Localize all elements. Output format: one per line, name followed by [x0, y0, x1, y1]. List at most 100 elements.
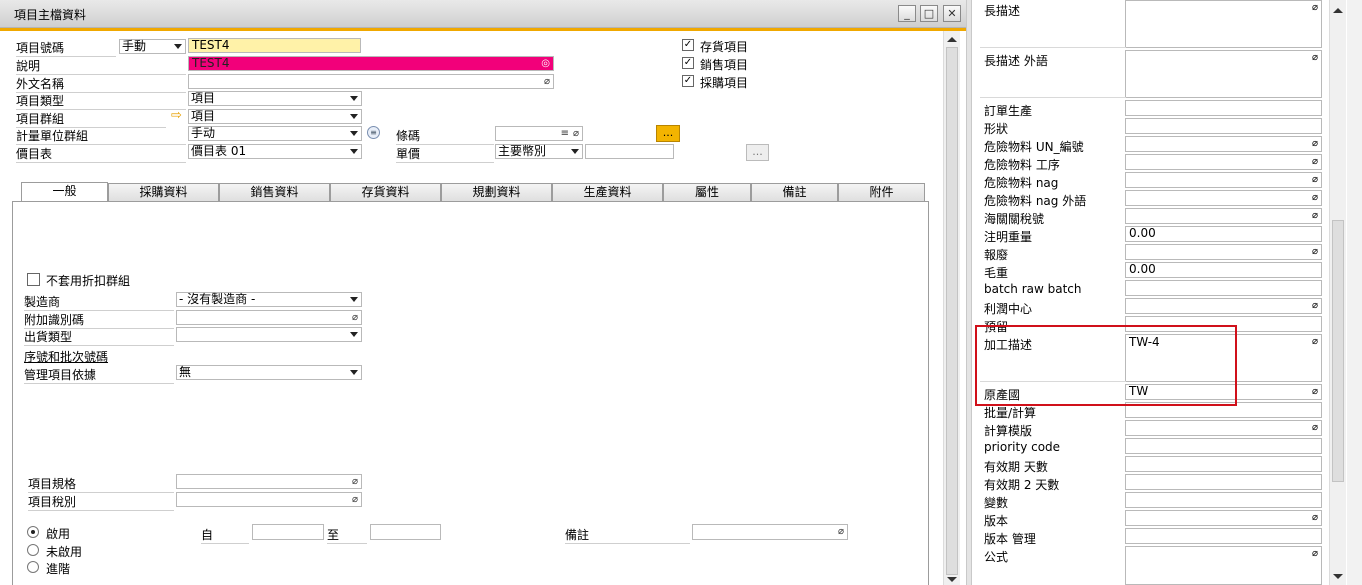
additional-id-field[interactable]: ⌀: [176, 310, 362, 325]
scroll-down-icon[interactable]: [947, 577, 957, 582]
udf-field[interactable]: [1125, 100, 1322, 116]
from-date-field[interactable]: [252, 524, 324, 540]
right-vertical-scrollbar[interactable]: [1329, 0, 1346, 585]
remarks-field[interactable]: ⌀: [692, 524, 848, 540]
to-date-field[interactable]: [370, 524, 441, 540]
tab-label: 附件: [869, 185, 894, 199]
title-accent-bar: [0, 28, 966, 31]
uom-group-select[interactable]: 手动: [188, 126, 362, 141]
udf-label: 毛重: [984, 266, 1009, 280]
remarks-label: 備註: [565, 526, 690, 544]
manage-by-select[interactable]: 無: [176, 365, 362, 380]
close-button[interactable]: ✕: [943, 5, 961, 22]
item-group-select[interactable]: 項目: [188, 109, 362, 124]
numbering-mode-select[interactable]: 手動: [119, 39, 186, 54]
spec-field[interactable]: ⌀: [176, 474, 362, 489]
scroll-up-icon[interactable]: [947, 37, 957, 42]
udf-field[interactable]: 0.00: [1125, 262, 1322, 278]
tab-sales[interactable]: 銷售資料: [219, 183, 330, 202]
tax-label: 項目稅別: [28, 493, 174, 511]
udf-field[interactable]: ⌀: [1125, 50, 1322, 98]
udf-field[interactable]: ⌀: [1125, 190, 1322, 206]
item-code-field[interactable]: TEST4: [188, 38, 361, 53]
udf-field[interactable]: 0.00: [1125, 226, 1322, 242]
price-list-label: 價目表: [16, 145, 186, 163]
no-discount-checkbox[interactable]: [27, 273, 40, 286]
udf-field[interactable]: [1125, 474, 1322, 490]
price-browse-button[interactable]: ...: [746, 144, 769, 161]
udf-label: batch raw batch: [984, 282, 1082, 296]
maximize-button[interactable]: □: [920, 5, 938, 22]
list-icon: ≡: [560, 128, 569, 139]
barcode-browse-button[interactable]: ...: [656, 125, 680, 142]
tax-field[interactable]: ⌀: [176, 492, 362, 507]
item-type-select[interactable]: 項目: [188, 91, 362, 106]
purchase-item-checkbox[interactable]: ✓: [682, 75, 694, 87]
description-field[interactable]: TEST4 ◎: [188, 56, 554, 71]
paperclip-icon: ⌀: [351, 476, 358, 487]
dots-label: ...: [662, 126, 674, 139]
close-icon: ✕: [947, 7, 957, 20]
udf-field[interactable]: ⌀: [1125, 546, 1322, 585]
link-arrow-icon[interactable]: ⇨: [171, 108, 182, 123]
minimize-button[interactable]: _: [898, 5, 916, 22]
udf-label: 利潤中心: [984, 302, 1033, 316]
tab-inventory[interactable]: 存貨資料: [330, 183, 441, 202]
tab-planning[interactable]: 規劃資料: [441, 183, 552, 202]
udf-field[interactable]: ⌀: [1125, 154, 1322, 170]
manufacturer-select[interactable]: - 沒有製造商 -: [176, 292, 362, 307]
shipping-type-select[interactable]: [176, 327, 362, 342]
pane-divider[interactable]: [966, 0, 972, 585]
paperclip-icon: ⌀: [1311, 138, 1318, 149]
udf-field[interactable]: ⌀: [1125, 510, 1322, 526]
udf-field[interactable]: [1125, 280, 1322, 296]
currency-select[interactable]: 主要幣別: [495, 144, 583, 159]
active-radio[interactable]: [27, 526, 39, 538]
udf-field[interactable]: ⌀: [1125, 136, 1322, 152]
row-divider: [980, 97, 1126, 98]
description-value: TEST4: [192, 56, 230, 70]
udf-value: 0.00: [1129, 226, 1156, 240]
list-icon[interactable]: ≡: [367, 126, 380, 139]
udf-field[interactable]: [1125, 492, 1322, 508]
advanced-radio[interactable]: [27, 561, 39, 573]
tab-general[interactable]: 一般: [21, 182, 108, 202]
scroll-thumb[interactable]: [946, 47, 958, 575]
tab-label: 規劃資料: [472, 185, 521, 199]
udf-field[interactable]: [1125, 118, 1322, 134]
manufacturer-label: 製造商: [24, 293, 174, 311]
udf-field[interactable]: [1125, 528, 1322, 544]
tab-remarks[interactable]: 備註: [751, 183, 838, 202]
udf-label: 版本 管理: [984, 532, 1036, 546]
udf-field[interactable]: ⌀: [1125, 0, 1322, 48]
sales-item-checkbox[interactable]: ✓: [682, 57, 694, 69]
inventory-item-checkbox[interactable]: ✓: [682, 39, 694, 51]
left-vertical-scrollbar[interactable]: [943, 31, 960, 585]
udf-field[interactable]: ⌀: [1125, 208, 1322, 224]
tab-purchasing[interactable]: 採購資料: [108, 183, 219, 202]
scroll-down-icon[interactable]: [1333, 574, 1343, 579]
udf-field[interactable]: ⌀: [1125, 298, 1322, 314]
udf-label: 有效期 2 天數: [984, 478, 1060, 492]
foreign-name-label: 外文名稱: [16, 75, 186, 93]
tab-properties[interactable]: 屬性: [663, 183, 751, 202]
paperclip-icon: ⌀: [1311, 52, 1318, 63]
unit-price-field[interactable]: [585, 144, 674, 159]
udf-field[interactable]: ⌀: [1125, 420, 1322, 436]
scroll-thumb[interactable]: [1332, 220, 1344, 482]
udf-field[interactable]: [1125, 456, 1322, 472]
udf-field[interactable]: ⌀: [1125, 172, 1322, 188]
foreign-name-field[interactable]: ⌀: [188, 74, 554, 89]
udf-field[interactable]: [1125, 438, 1322, 454]
price-list-select[interactable]: 價目表 01: [188, 144, 362, 159]
paperclip-icon: ⌀: [1311, 174, 1318, 185]
tab-production[interactable]: 生產資料: [552, 183, 663, 202]
tab-attachments[interactable]: 附件: [838, 183, 925, 202]
inactive-radio[interactable]: [27, 544, 39, 556]
tab-label: 屬性: [694, 185, 719, 199]
scroll-up-icon[interactable]: [1333, 8, 1343, 13]
paperclip-icon: ⌀: [1311, 422, 1318, 433]
barcode-field[interactable]: ≡ ⌀: [495, 126, 583, 141]
udf-field[interactable]: ⌀: [1125, 244, 1322, 260]
udf-label: 公式: [984, 550, 1009, 564]
